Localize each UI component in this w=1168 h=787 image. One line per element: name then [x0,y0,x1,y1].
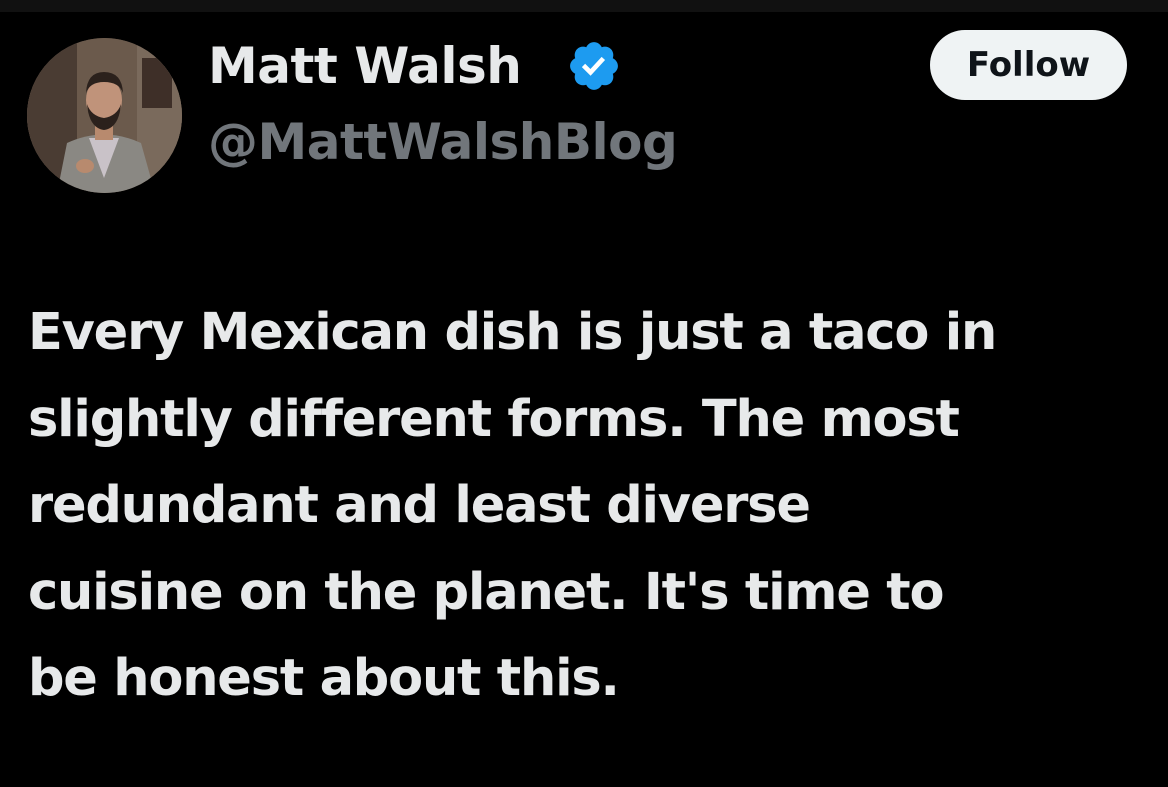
display-name[interactable]: Matt Walsh [208,36,522,96]
tweet-text: Every Mexican dish is just a taco in sli… [28,290,1153,723]
verified-badge-icon[interactable] [566,38,622,94]
tweet-text-line: slightly different forms. The most [28,389,960,449]
tweet-text-line: redundant and least diverse [28,476,811,535]
tweet-text-line: be honest about this. [28,649,620,708]
tweet-text-line: cuisine on the planet. It's time to [28,562,944,622]
tweet-card: Matt Walsh @MattWalshBlog Follow Every M… [0,0,1168,787]
user-handle[interactable]: @MattWalshBlog [208,112,678,172]
avatar-photo-icon [27,38,182,193]
follow-button[interactable]: Follow [930,30,1127,100]
avatar[interactable] [27,38,182,193]
tweet-text-line: Every Mexican dish is just a taco in [28,303,997,362]
